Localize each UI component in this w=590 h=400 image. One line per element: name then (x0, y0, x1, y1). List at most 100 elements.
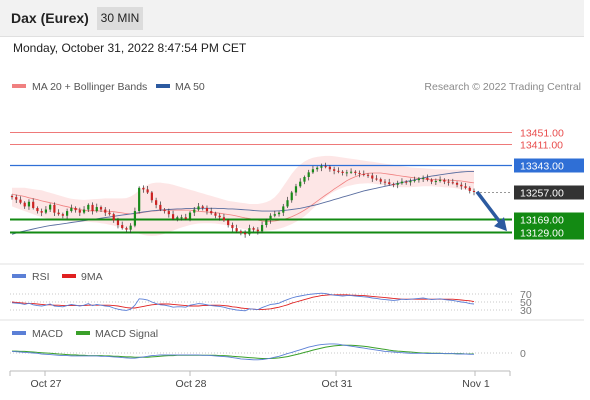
chart-canvas: MA 20 + Bollinger Bands MA 50 Research ©… (0, 81, 584, 390)
rsi-level-label: 30 (520, 305, 532, 317)
resistance-price-label: 13411.00 (520, 140, 563, 152)
rsi-legend-swatch (12, 274, 26, 278)
candle-body (422, 177, 425, 179)
candle-body (383, 181, 387, 183)
candle-body (210, 211, 213, 214)
candle-body (49, 204, 52, 210)
candle-body (299, 181, 302, 187)
candle-body (36, 207, 39, 212)
candle-body (405, 181, 408, 183)
candle-body (142, 187, 145, 190)
candle-body (392, 184, 395, 186)
candle-body (277, 212, 281, 215)
forecast-arrow-shaft (475, 190, 502, 224)
price-panel: 13451.0013411.00 13343.00 13257.00 13169.00… (10, 128, 584, 240)
rsi-panel: 705030 (10, 289, 532, 317)
candle-body (104, 209, 107, 213)
candle-body (57, 212, 60, 215)
candle-body (116, 220, 120, 226)
chart-widget: Dax (Eurex) 30 MIN Monday, October 31, 2… (0, 0, 590, 400)
candle-body (61, 214, 64, 216)
candle-body (337, 170, 340, 172)
ma50-legend-swatch (156, 84, 170, 88)
candle-body (27, 201, 31, 207)
candle-body (197, 206, 200, 210)
candle-body (99, 207, 103, 210)
candle-body (248, 228, 251, 235)
candle-body (311, 169, 315, 173)
candle-body (129, 225, 132, 230)
candle-body (324, 166, 327, 168)
candle-body (133, 211, 137, 226)
candle-body (349, 171, 353, 173)
candle-body (66, 211, 69, 216)
macd-signal-legend-label: MACD Signal (95, 328, 158, 340)
rsi-legend-label: RSI (32, 271, 50, 283)
ma50-legend-label: MA 50 (175, 81, 205, 93)
candle-body (468, 187, 471, 191)
candle-body (40, 211, 43, 213)
candle-body (19, 199, 22, 203)
candle-body (328, 166, 331, 170)
candle-body (167, 211, 170, 215)
candle-body (286, 200, 289, 207)
candle-body (231, 225, 234, 229)
rsi-ma-legend-label: 9MA (81, 271, 103, 283)
candle-body (260, 225, 264, 232)
candle-body (188, 212, 192, 219)
candle-body (341, 171, 344, 173)
candle-body (434, 181, 437, 183)
candle-body (303, 177, 306, 182)
candle-body (112, 214, 115, 221)
last-price-label: 13257.00 (520, 188, 564, 200)
macd-legend-label: MACD (32, 328, 63, 340)
credit-text: Research © 2022 Trading Central (424, 81, 581, 93)
candle-body (396, 183, 399, 185)
resistance-price-label: 13451.00 (520, 128, 564, 140)
candle-body (316, 167, 319, 170)
candle-body (146, 189, 149, 193)
candle-body (184, 217, 187, 219)
candle-body (375, 178, 378, 180)
rsi-ma-legend-swatch (62, 274, 76, 278)
candle-body (205, 207, 209, 212)
macd-legend-swatch (12, 331, 26, 335)
candle-body (78, 210, 81, 213)
candle-body (214, 213, 217, 216)
candle-body (362, 173, 365, 175)
candle-body (366, 174, 370, 176)
candle-body (358, 172, 361, 174)
candle-body (155, 200, 158, 205)
candle-body (294, 186, 298, 193)
candle-body (447, 181, 450, 183)
candle-body (163, 209, 166, 212)
candle-body (32, 201, 35, 208)
candle-body (379, 179, 382, 182)
candle-body (290, 192, 293, 201)
candle-body (320, 166, 323, 168)
candle-body (409, 181, 412, 183)
candle-body (108, 212, 111, 215)
candle-body (451, 182, 454, 184)
candle-body (23, 202, 26, 207)
candle-body (239, 231, 242, 233)
candle-body (388, 182, 391, 185)
candle-body (464, 186, 467, 188)
candle-body (180, 217, 183, 219)
x-axis: Oct 27 Oct 28 Oct 31 Nov 1 (9, 371, 511, 390)
bollinger-legend-swatch (12, 84, 26, 88)
candle-body (53, 204, 56, 213)
candle-body (235, 228, 238, 232)
candle-body (44, 209, 48, 213)
candle-body (333, 169, 336, 171)
candle-body (91, 204, 94, 212)
macd-level-label: 0 (520, 348, 526, 360)
candle-body (430, 179, 433, 182)
candle-body (218, 215, 221, 218)
candle-body (125, 228, 128, 230)
support-price-label: 13129.00 (520, 228, 564, 240)
candle-body (371, 175, 374, 179)
candle-body (417, 178, 420, 181)
support-price-label: 13169.00 (520, 215, 564, 227)
candle-body (10, 195, 14, 198)
